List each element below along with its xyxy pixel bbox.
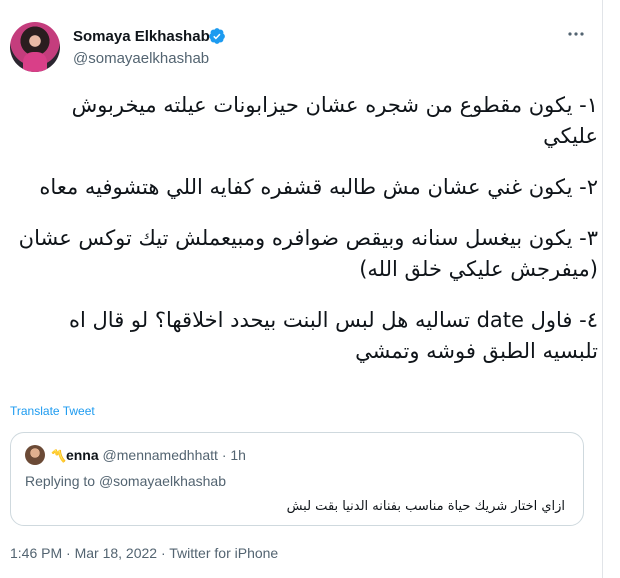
tweet-metadata: 1:46 PM · Mar 18, 2022 · Twitter for iPh… [10, 545, 278, 561]
quoted-time: 1h [230, 447, 246, 463]
timeline-border [602, 0, 603, 578]
author-display-name[interactable]: Somaya Elkhashab [73, 28, 210, 45]
quoted-author-name: enna [65, 447, 99, 463]
quoted-dot-separator: · [221, 447, 227, 463]
tweet-paragraph-3: ٣- يكون بيغسل سنانه وبيقص ضوافره ومبيعمل… [18, 226, 598, 281]
tweet-timestamp[interactable]: 1:46 PM · Mar 18, 2022 [10, 545, 157, 561]
verified-badge-icon [209, 28, 225, 44]
replying-handle[interactable]: @somayaelkhashab [99, 473, 226, 489]
translate-tweet-link[interactable]: Translate Tweet [10, 404, 95, 418]
more-options-icon[interactable] [566, 24, 586, 44]
quoted-replying-to: Replying to @somayaelkhashab [25, 473, 226, 489]
tweet-source[interactable]: Twitter for iPhone [169, 545, 278, 561]
quoted-tweet-card[interactable]: 〽️enna @mennamedhhatt · 1h Replying to @… [10, 432, 584, 526]
tweet-paragraph-2: ٢- يكون غني عشان مش طالبه قشفره كفايه ال… [39, 175, 598, 199]
quoted-author-avatar [25, 445, 45, 465]
tweet-paragraph-1: ١- يكون مقطوع من شجره عشان حيزابونات عيل… [71, 93, 598, 148]
meta-separator: · [160, 545, 166, 561]
author-avatar[interactable] [10, 22, 60, 72]
tweet-paragraph-4: ٤- فاول date تساليه هل لبس البنت بيحدد ا… [69, 308, 598, 363]
quoted-author-line: 〽️enna @mennamedhhatt · 1h [51, 447, 246, 463]
quoted-author-handle: @mennamedhhatt [102, 447, 218, 463]
tweet-header: Somaya Elkhashab @somayaelkhashab [8, 22, 600, 74]
replying-label: Replying to [25, 473, 96, 489]
tweet-text: ١- يكون مقطوع من شجره عشان حيزابونات عيل… [12, 90, 598, 387]
quoted-name-prefix: 〽️ [51, 449, 66, 463]
author-handle[interactable]: @somayaelkhashab [73, 50, 209, 67]
quoted-tweet-text: ازاي اختار شريك حياة مناسب بفنانه الدنيا… [286, 499, 565, 514]
